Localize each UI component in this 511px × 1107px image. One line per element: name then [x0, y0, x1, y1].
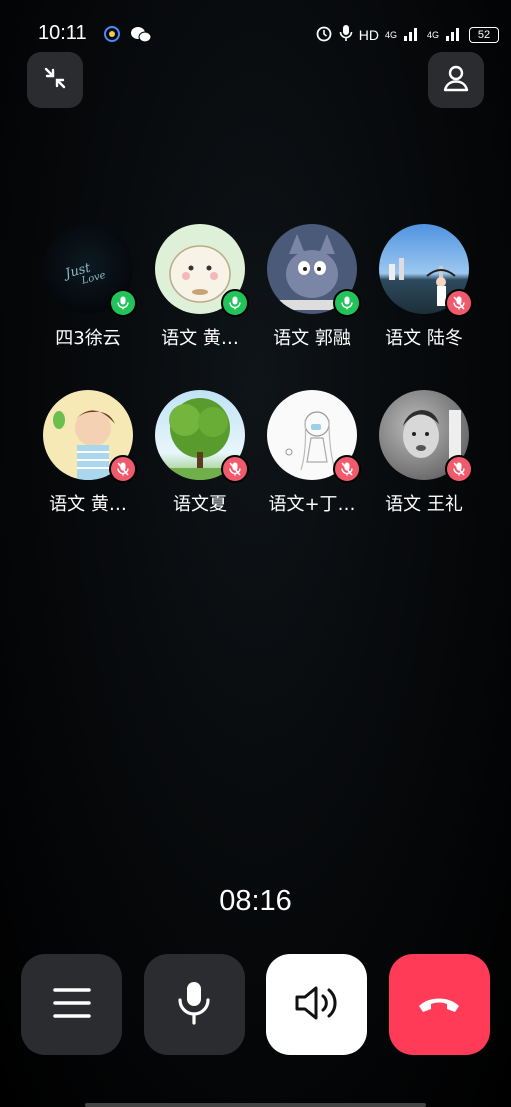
call-timer: 08:16: [219, 885, 292, 917]
avatar: Just Love: [43, 224, 137, 317]
participant-tile[interactable]: 语文 陆冬: [368, 224, 480, 350]
menu-icon: [52, 986, 92, 1024]
participant-name: 语文 王礼: [385, 494, 463, 515]
participant-tile[interactable]: 语文 黄…: [144, 224, 256, 350]
mic-off-icon: [109, 455, 137, 483]
hd-label: HD: [358, 26, 379, 43]
participant-tile[interactable]: 语文夏: [144, 390, 256, 516]
microphone-status-icon: [339, 24, 353, 45]
avatar: [155, 390, 249, 483]
participant-tile[interactable]: 语文 郭融: [256, 224, 368, 350]
assistant-icon: [102, 25, 122, 49]
participant-tile[interactable]: 语文 黄…: [32, 390, 144, 516]
mic-off-icon: [221, 455, 249, 483]
alarm-icon: [315, 24, 333, 45]
signal-icon: [403, 25, 421, 44]
microphone-icon: [177, 980, 211, 1030]
microphone-button[interactable]: [143, 954, 245, 1055]
participant-name: 四3徐云: [55, 328, 121, 349]
participant-tile[interactable]: Just Love 四3徐云: [32, 224, 144, 350]
mic-on-icon: [221, 289, 249, 317]
wechat-icon: [130, 26, 152, 48]
collapse-arrows-icon: [42, 65, 68, 95]
home-indicator[interactable]: [85, 1103, 426, 1107]
network-label-1: 4G: [384, 29, 397, 40]
call-controls: [21, 954, 490, 1055]
mic-off-icon: [333, 455, 361, 483]
participant-name: 语文夏: [173, 494, 227, 515]
participant-name: 语文+丁…: [268, 494, 356, 515]
speaker-button[interactable]: [266, 954, 368, 1055]
hang-up-button[interactable]: [388, 954, 490, 1055]
avatar: [379, 390, 473, 483]
mic-on-icon: [109, 289, 137, 317]
hang-up-icon: [415, 992, 463, 1018]
minimize-button[interactable]: [27, 52, 83, 108]
participant-tile[interactable]: 语文 王礼: [368, 390, 480, 516]
speaker-icon: [293, 983, 341, 1027]
participant-tile[interactable]: 语文+丁…: [256, 390, 368, 516]
participant-name: 语文 黄…: [161, 328, 239, 349]
avatar: [267, 390, 361, 483]
avatar: [43, 390, 137, 483]
participant-grid: Just Love 四3徐云 语文 黄… 语文 郭融 语文 陆冬 语文 黄… 语…: [32, 224, 480, 556]
participant-name: 语文 黄…: [49, 494, 127, 515]
mic-off-icon: [445, 455, 473, 483]
person-icon: [441, 63, 471, 97]
avatar: [267, 224, 361, 317]
avatar: [379, 224, 473, 317]
mic-off-icon: [445, 289, 473, 317]
mic-on-icon: [333, 289, 361, 317]
participant-name: 语文 郭融: [273, 328, 351, 349]
status-time: 10:11: [38, 22, 87, 44]
menu-button[interactable]: [21, 954, 122, 1055]
battery-indicator: 52: [469, 26, 499, 43]
participant-name: 语文 陆冬: [385, 328, 463, 349]
network-label-2: 4G: [426, 29, 439, 40]
signal-icon-2: [445, 25, 463, 44]
avatar: [155, 224, 249, 317]
add-member-button[interactable]: [428, 52, 484, 108]
